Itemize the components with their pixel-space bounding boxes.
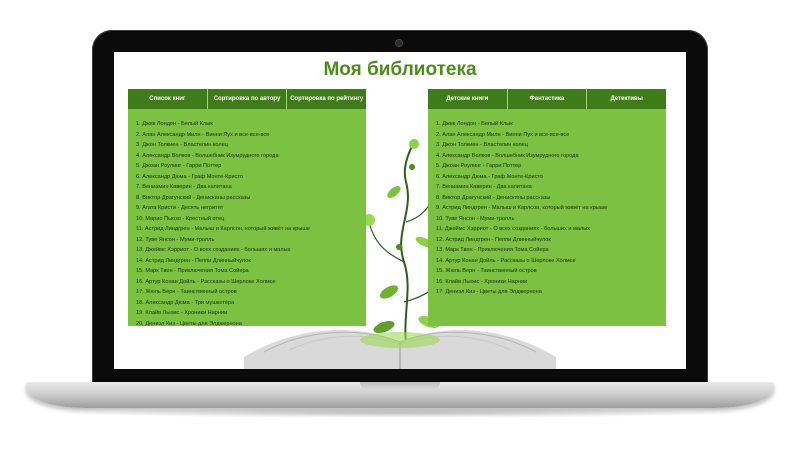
tab-book-list[interactable]: Список книг xyxy=(128,89,208,109)
tab-childrens-books[interactable]: Детские книги xyxy=(428,89,508,109)
tab-fantasy[interactable]: Фантастика xyxy=(508,89,588,109)
list-item: 18. Александр Дюма - Три мушкетёра xyxy=(136,299,235,306)
library-panel-right: Детские книги Фантастика Детективы 1. Дж… xyxy=(428,89,666,326)
list-item: 9. Агата Кристи - Десять негритят xyxy=(136,205,224,211)
list-item: 7. Вениамин Каверин - Два капитана xyxy=(436,184,532,190)
list-item: 5. Джоан Роулинг - Гарри Поттер xyxy=(136,163,222,169)
list-item: 14. Артур Конан Дойль - Рассказы о Шерло… xyxy=(436,257,576,264)
list-item: 10. Марио Пьюзо - Крестный отец xyxy=(136,215,225,222)
list-item: 11. Джеймс Хэрриот - О всех созданиях - … xyxy=(436,226,591,232)
list-item: 2. Алан Александр Милн - Винни Пух и все… xyxy=(136,131,270,138)
right-tab-bar: Детские книги Фантастика Детективы xyxy=(428,89,666,109)
list-item: 16. Клайв Льюис - Хроники Нарнии xyxy=(436,278,528,285)
list-item: 13. Марк Твен - Приключения Тома Сойера xyxy=(436,247,549,253)
webcam-icon xyxy=(396,40,402,46)
laptop-shadow xyxy=(60,408,740,418)
list-item: 11. Астрид Линдгрен - Малыш и Карлсон, к… xyxy=(136,226,311,232)
list-item: 6. Александр Дюма - Граф Монте-Кристо xyxy=(136,173,243,180)
laptop-notch xyxy=(360,382,440,389)
book-list-right: 1. Джек Лондон - Белый Клык 2. Алан Алек… xyxy=(428,109,666,298)
list-item: 3. Джон Толкиен - Властелин колец xyxy=(436,142,528,148)
list-item: 19. Клайв Льюис - Хроники Нарнии xyxy=(136,310,228,316)
library-panel-left: Список книг Сортировка по автору Сортиро… xyxy=(128,89,366,329)
list-item: 8. Виктор Драгунский - Денискины рассказ… xyxy=(136,194,251,201)
page-title: Моя библиотека xyxy=(323,59,477,80)
list-item: 10. Туве Янсон - Муми-тролль xyxy=(436,215,515,222)
list-item: 15. Жюль Верн - Таинственный остров xyxy=(436,268,537,274)
list-item: 17. Дениэл Киз - Цветы для Элджернона xyxy=(436,289,542,295)
tab-sort-by-author[interactable]: Сортировка по автору xyxy=(208,89,288,109)
book-list-left: 1. Джек Лондон - Белый Клык 2. Алан Алек… xyxy=(128,109,366,329)
list-item: 1. Джек Лондон - Белый Клык xyxy=(136,121,213,127)
list-item: 20. Дениэл Киз - Цветы для Элджернона xyxy=(136,320,242,327)
screen: Моя библиотека Список книг Сортировка по… xyxy=(114,52,686,369)
list-item: 4. Александр Волков - Волшебник Изумрудн… xyxy=(436,152,579,159)
list-item: 13. Джеймс Хэрриот - О всех созданиях - … xyxy=(136,247,291,253)
list-item: 16. Артур Конан Дойль - Рассказы о Шерло… xyxy=(136,278,276,285)
list-item: 9. Астрид Линдгрен - Малыш и Карлсон, ко… xyxy=(436,205,608,211)
list-item: 7. Вениамин Каверин - Два капитана xyxy=(136,184,232,190)
left-tab-bar: Список книг Сортировка по автору Сортиро… xyxy=(128,89,366,109)
list-item: 17. Жюль Верн - Таинственный остров xyxy=(136,289,237,295)
list-item: 3. Джон Толкиен - Властелин колец xyxy=(136,142,228,148)
tab-detectives[interactable]: Детективы xyxy=(587,89,666,109)
list-item: 15. Марк Твен - Приключения Тома Сойера xyxy=(136,268,249,274)
list-item: 8. Виктор Драгунский - Денискины рассказ… xyxy=(436,194,551,201)
list-item: 12. Астрид Линдгрен - Пеппи Длинныйчулок xyxy=(436,236,551,243)
tab-sort-by-rating[interactable]: Сортировка по рейтингу xyxy=(287,89,366,109)
list-item: 12. Туве Янсон - Муми-тролль xyxy=(136,236,215,243)
list-item: 14. Астрид Линдгрен - Пеппи Длинныйчулок xyxy=(136,257,251,264)
list-item: 1. Джек Лондон - Белый Клык xyxy=(436,121,513,127)
list-item: 4. Александр Волков - Волшебник Изумрудн… xyxy=(136,152,279,159)
list-item: 6. Александр Дюма - Граф Монте-Кристо xyxy=(436,173,543,180)
list-item: 5. Джоан Роулинг - Гарри Поттер xyxy=(436,163,522,169)
list-item: 2. Алан Александр Милн - Винни Пух и все… xyxy=(436,131,570,138)
